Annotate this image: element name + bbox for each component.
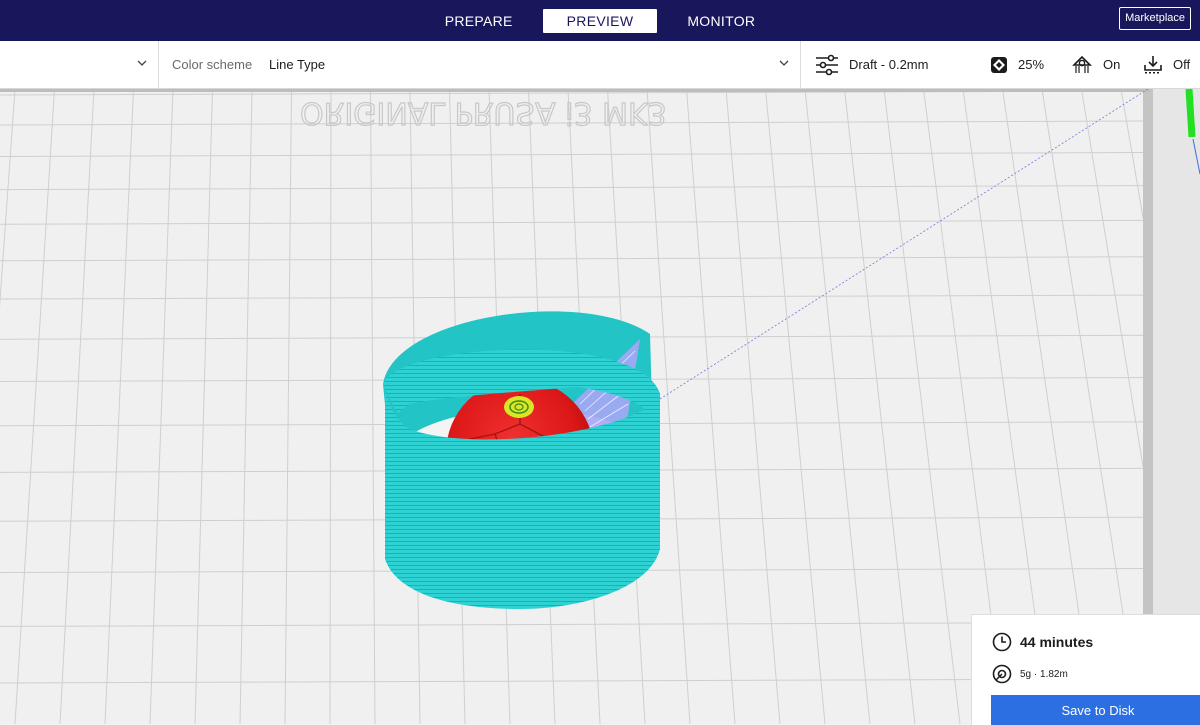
adhesion-setting[interactable]: Off bbox=[1143, 41, 1190, 88]
color-scheme-label: Color scheme bbox=[172, 57, 252, 72]
model-top-skin bbox=[504, 396, 534, 418]
view-type-dropdown[interactable] bbox=[0, 41, 159, 88]
save-to-disk-button[interactable]: Save to Disk bbox=[991, 695, 1200, 725]
tab-monitor[interactable]: MONITOR bbox=[663, 9, 779, 33]
print-profile-value: Draft - 0.2mm bbox=[849, 57, 928, 72]
material-usage-row: 5g · 1.82m bbox=[992, 664, 1068, 684]
marketplace-button[interactable]: Marketplace bbox=[1119, 7, 1191, 30]
print-info-panel: 44 minutes 5g · 1.82m Save to Disk bbox=[971, 614, 1200, 725]
bed-logo-text: ORIGINAL PRUSA i3 MK3 bbox=[300, 95, 667, 130]
print-time-row: 44 minutes bbox=[992, 632, 1093, 652]
tab-prepare[interactable]: PREPARE bbox=[421, 9, 537, 33]
material-usage-value: 5g · 1.82m bbox=[1020, 669, 1068, 680]
infill-value: 25% bbox=[1018, 57, 1044, 72]
support-icon bbox=[1071, 55, 1093, 75]
stage-tabs: PREPARE PREVIEW MONITOR bbox=[418, 9, 783, 33]
print-time-value: 44 minutes bbox=[1020, 634, 1093, 650]
settings-bar: Color scheme Line Type Draft - 0.2mm 25% bbox=[0, 41, 1200, 89]
print-profile-selector[interactable]: Draft - 0.2mm bbox=[815, 41, 928, 88]
infill-icon bbox=[990, 56, 1008, 74]
adhesion-value: Off bbox=[1173, 57, 1190, 72]
stage-header: PREPARE PREVIEW MONITOR Marketplace bbox=[0, 0, 1200, 41]
chevron-down-icon bbox=[779, 58, 789, 68]
color-scheme-value: Line Type bbox=[269, 57, 325, 72]
chevron-down-icon bbox=[137, 58, 147, 68]
support-value: On bbox=[1103, 57, 1120, 72]
support-setting[interactable]: On bbox=[1071, 41, 1120, 88]
clock-icon bbox=[992, 632, 1012, 652]
infill-setting[interactable]: 25% bbox=[990, 41, 1044, 88]
spool-icon bbox=[992, 664, 1012, 684]
adhesion-icon bbox=[1143, 55, 1163, 75]
tab-preview[interactable]: PREVIEW bbox=[543, 9, 658, 33]
color-scheme-dropdown[interactable]: Color scheme Line Type bbox=[158, 41, 801, 88]
y-axis-indicator bbox=[1189, 89, 1192, 137]
sliders-icon bbox=[815, 54, 839, 76]
